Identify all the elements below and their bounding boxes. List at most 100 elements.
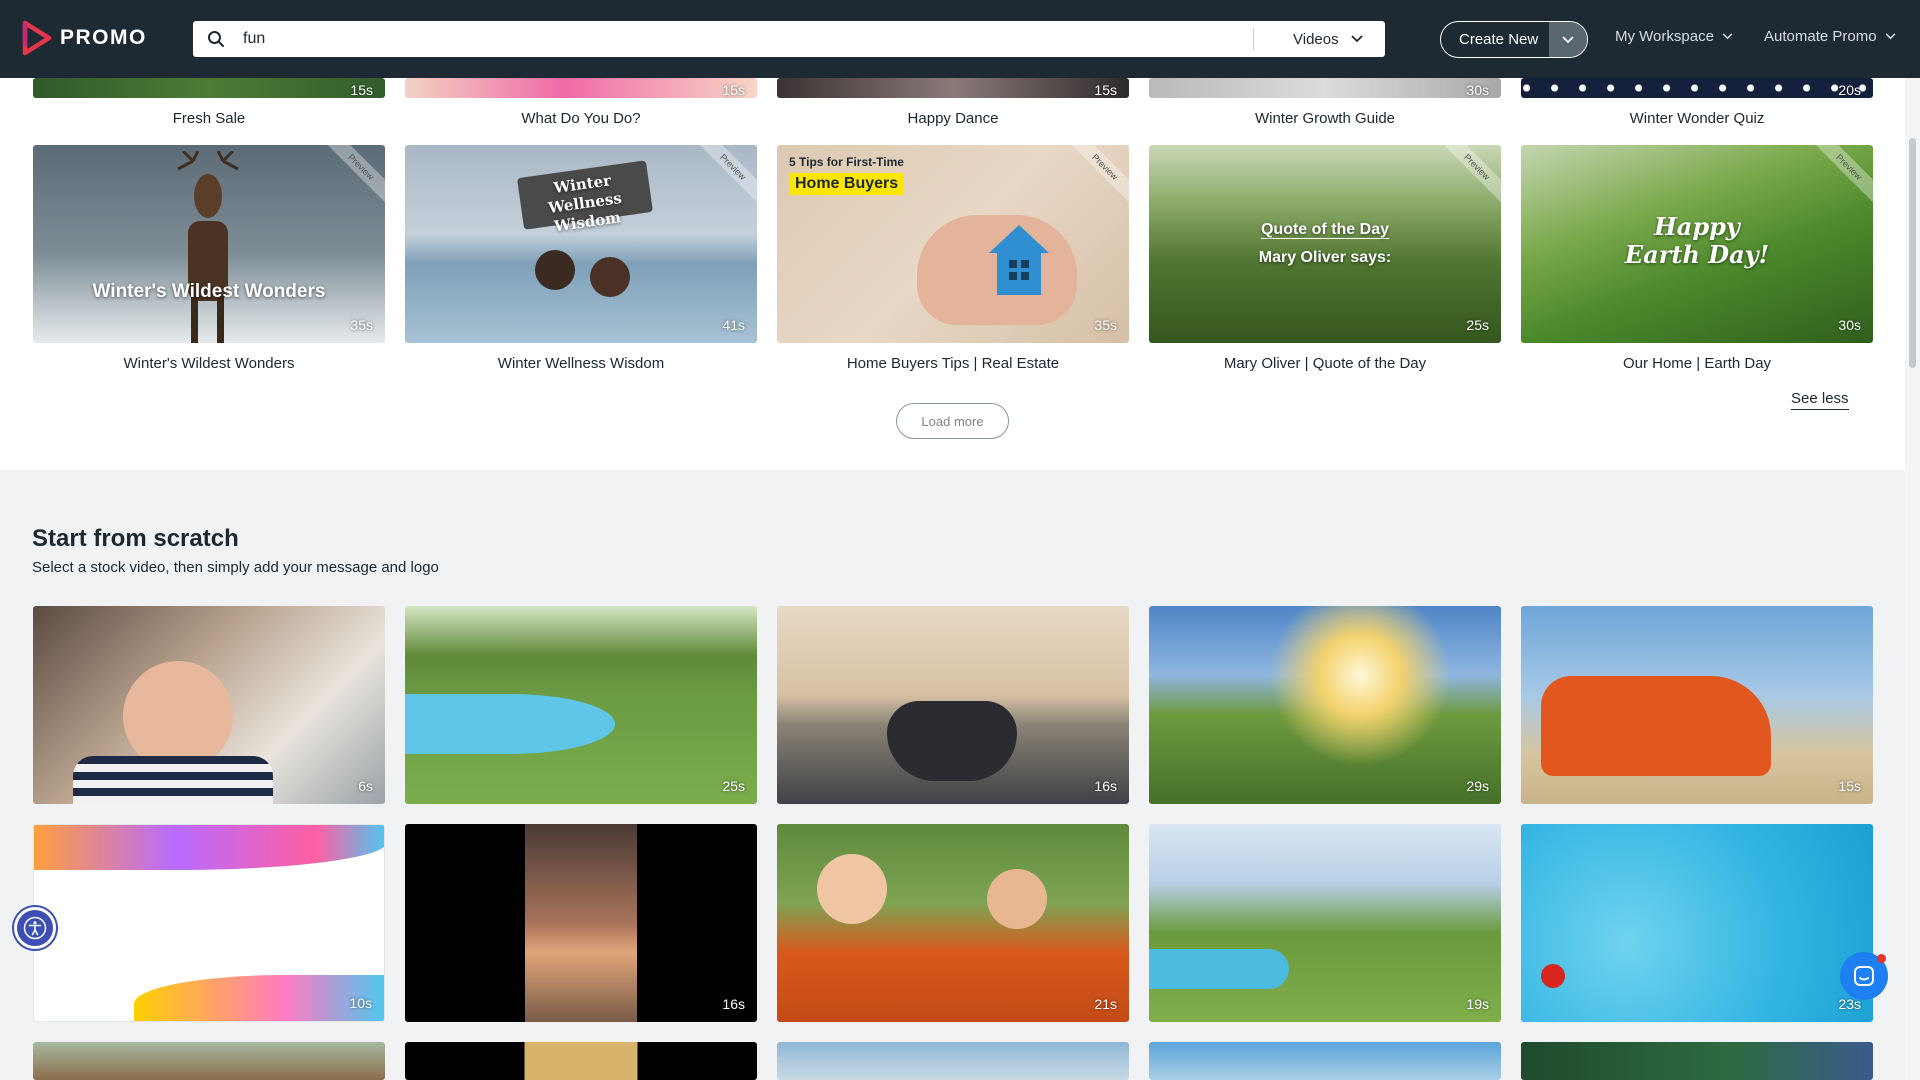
duration-label: 30s	[1466, 82, 1489, 98]
template-card[interactable]: Winter's Wildest Wonders Preview 35s Win…	[33, 145, 385, 372]
stock-video-card[interactable]	[1521, 1042, 1873, 1080]
stock-video-thumbnail[interactable]: 21s	[777, 824, 1129, 1022]
duration-label: 16s	[722, 996, 745, 1012]
thumbnail-overlay-text: Quote of the Day	[1149, 221, 1501, 239]
stock-video-thumbnail[interactable]: 16s	[405, 824, 757, 1022]
template-thumbnail[interactable]: 30s	[1149, 78, 1501, 98]
chevron-down-icon	[1722, 33, 1733, 40]
stock-video-card[interactable]	[405, 1042, 757, 1080]
duration-label: 25s	[1466, 317, 1489, 333]
stock-video-thumbnail[interactable]	[1149, 1042, 1501, 1080]
stock-video-card[interactable]: 19s	[1149, 824, 1501, 1022]
child-face	[817, 854, 887, 924]
nav-automate-promo-label: Automate Promo	[1764, 28, 1877, 45]
stock-video-card[interactable]: 15s	[1521, 606, 1873, 804]
section-title: Start from scratch	[32, 525, 239, 552]
stock-video-card[interactable]	[33, 1042, 385, 1080]
template-card[interactable]: 15s What Do You Do?	[405, 78, 757, 127]
thumbnail-overlay-text: Happy Earth Day!	[1624, 212, 1770, 269]
stock-video-card[interactable]	[1149, 1042, 1501, 1080]
template-thumbnail[interactable]: 20s	[1521, 78, 1873, 98]
load-more-button[interactable]: Load more	[896, 403, 1009, 439]
search-divider	[1253, 28, 1254, 50]
template-card[interactable]: Winter Wellness Wisdom Preview 41s Winte…	[405, 145, 757, 372]
stock-video-card[interactable]: 25s	[405, 606, 757, 804]
chevron-down-icon	[1350, 35, 1363, 43]
preview-ribbon: Preview	[319, 145, 385, 209]
stock-video-card[interactable]: 29s	[1149, 606, 1501, 804]
template-thumbnail[interactable]: Quote of the Day Mary Oliver says: Previ…	[1149, 145, 1501, 343]
template-card[interactable]: 5 Tips for First-Time Home Buyers Previe…	[777, 145, 1129, 372]
stock-video-thumbnail[interactable]: 23s	[1521, 824, 1873, 1022]
nav-my-workspace-label: My Workspace	[1615, 28, 1714, 45]
preview-ribbon: Preview	[1063, 145, 1129, 209]
person-head	[535, 250, 575, 290]
stock-video-thumbnail[interactable]: 10s	[33, 824, 385, 1022]
scrollbar-thumb[interactable]	[1909, 138, 1916, 368]
search-icon[interactable]	[207, 30, 225, 48]
template-thumbnail[interactable]: Happy Earth Day! Preview 30s	[1521, 145, 1873, 343]
stock-video-thumbnail[interactable]	[405, 1042, 757, 1080]
nav-automate-promo[interactable]: Automate Promo	[1764, 28, 1896, 45]
template-title: Winter Growth Guide	[1254, 110, 1396, 127]
logo[interactable]: PROMO	[22, 20, 147, 56]
duration-label: 15s	[1094, 82, 1117, 98]
template-card[interactable]: 30s Winter Growth Guide	[1149, 78, 1501, 127]
see-less-link[interactable]: See less	[1791, 390, 1849, 410]
create-new-dropdown-toggle[interactable]	[1548, 22, 1587, 57]
house-icon	[989, 225, 1049, 295]
logo-text: PROMO	[60, 26, 147, 49]
template-thumbnail[interactable]: 15s	[33, 78, 385, 98]
stock-video-thumbnail[interactable]: 15s	[1521, 606, 1873, 804]
striped-shirt	[73, 756, 273, 804]
duration-label: 15s	[350, 82, 373, 98]
nav-my-workspace[interactable]: My Workspace	[1615, 28, 1733, 45]
template-thumbnail[interactable]: 15s	[777, 78, 1129, 98]
stock-video-thumbnail[interactable]: 19s	[1149, 824, 1501, 1022]
chevron-down-icon	[1885, 33, 1895, 40]
template-title: Home Buyers Tips | Real Estate	[846, 355, 1060, 372]
stock-video-thumbnail[interactable]	[777, 1042, 1129, 1080]
preview-ribbon: Preview	[691, 145, 757, 209]
thumbnail-overlay-badge: Home Buyers	[789, 173, 905, 195]
thumbnail-overlay-text: Winter's Wildest Wonders	[92, 281, 326, 302]
accessibility-button[interactable]	[14, 907, 56, 949]
template-thumbnail[interactable]: Winter Wellness Wisdom Preview 41s	[405, 145, 757, 343]
template-thumbnail[interactable]: Winter's Wildest Wonders Preview 35s	[33, 145, 385, 343]
stock-video-card[interactable]: 16s	[405, 824, 757, 1022]
template-thumbnail[interactable]: 5 Tips for First-Time Home Buyers Previe…	[777, 145, 1129, 343]
template-title: Happy Dance	[907, 110, 999, 127]
stock-video-thumbnail[interactable]: 25s	[405, 606, 757, 804]
template-card[interactable]: Quote of the Day Mary Oliver says: Previ…	[1149, 145, 1501, 372]
duration-label: 21s	[1094, 996, 1117, 1012]
template-card[interactable]: Happy Earth Day! Preview 30s Our Home | …	[1521, 145, 1873, 372]
page-scrollbar[interactable]	[1905, 78, 1920, 1080]
deer-illustration	[177, 151, 239, 343]
duration-label: 41s	[722, 317, 745, 333]
pool-water	[1149, 949, 1289, 989]
search-input[interactable]	[243, 30, 1223, 48]
child-face	[123, 661, 233, 771]
stock-video-card[interactable]: 16s	[777, 606, 1129, 804]
stock-video-card[interactable]	[777, 1042, 1129, 1080]
stock-video-card[interactable]: 23s	[1521, 824, 1873, 1022]
template-card[interactable]: 20s Winter Wonder Quiz	[1521, 78, 1873, 127]
template-thumbnail[interactable]: 15s	[405, 78, 757, 98]
duration-label: 15s	[1838, 778, 1861, 794]
red-ball	[1541, 964, 1565, 988]
stock-video-thumbnail[interactable]: 16s	[777, 606, 1129, 804]
chat-launcher-button[interactable]	[1840, 952, 1888, 1000]
duration-label: 15s	[722, 82, 745, 98]
accessibility-icon	[23, 916, 47, 940]
stock-video-thumbnail[interactable]: 29s	[1149, 606, 1501, 804]
search-type-dropdown[interactable]: Videos	[1293, 21, 1363, 57]
create-new-button[interactable]: Create New	[1440, 21, 1588, 58]
template-card[interactable]: 15s Fresh Sale	[33, 78, 385, 127]
stock-video-thumbnail[interactable]: 6s	[33, 606, 385, 804]
stock-video-thumbnail[interactable]	[1521, 1042, 1873, 1080]
template-card[interactable]: 15s Happy Dance	[777, 78, 1129, 127]
stock-video-thumbnail[interactable]	[33, 1042, 385, 1080]
stock-video-card[interactable]: 10s	[33, 824, 385, 1022]
stock-video-card[interactable]: 6s	[33, 606, 385, 804]
stock-video-card[interactable]: 21s	[777, 824, 1129, 1022]
